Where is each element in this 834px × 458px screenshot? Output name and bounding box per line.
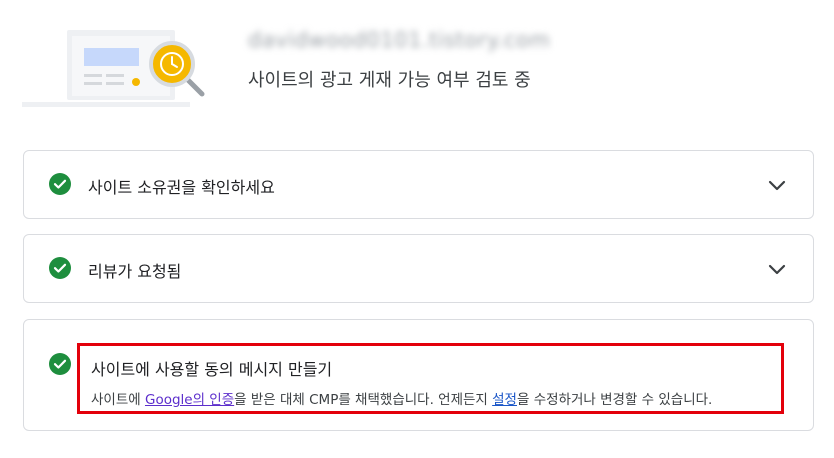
desc-text: 사이트에	[91, 392, 145, 408]
review-illustration-icon	[22, 30, 205, 107]
review-status-text: 사이트의 광고 게재 가능 여부 검토 중	[248, 70, 531, 91]
site-name: davidwood0101.tistory.com	[248, 28, 551, 52]
check-circle-icon	[49, 257, 71, 279]
settings-link[interactable]: 설정	[492, 392, 517, 408]
google-certified-link[interactable]: Google의 인증	[145, 392, 234, 408]
desc-text: 을 수정하거나 변경할 수 있습니다.	[516, 392, 713, 408]
card-consent-message: 사이트에 사용할 동의 메시지 만들기 사이트에 Google의 인증을 받은 …	[23, 319, 814, 431]
card-verify-ownership[interactable]: 사이트 소유권을 확인하세요	[23, 150, 814, 219]
chevron-down-icon[interactable]	[767, 175, 787, 195]
check-circle-icon	[49, 173, 71, 195]
card-title: 사이트 소유권을 확인하세요	[88, 178, 275, 197]
check-circle-icon	[49, 353, 71, 375]
desc-text: 을 받은 대체 CMP를 채택했습니다. 언제든지	[234, 392, 493, 408]
card-description: 사이트에 Google의 인증을 받은 대체 CMP를 채택했습니다. 언제든지…	[91, 388, 712, 408]
highlight-annotation-box: 사이트에 사용할 동의 메시지 만들기 사이트에 Google의 인증을 받은 …	[77, 343, 784, 414]
card-review-requested[interactable]: 리뷰가 요청됨	[23, 234, 814, 303]
chevron-down-icon[interactable]	[767, 259, 787, 279]
card-title: 사이트에 사용할 동의 메시지 만들기	[91, 360, 333, 379]
card-title: 리뷰가 요청됨	[88, 262, 182, 281]
page-header: davidwood0101.tistory.com 사이트의 광고 게재 가능 …	[0, 0, 834, 130]
